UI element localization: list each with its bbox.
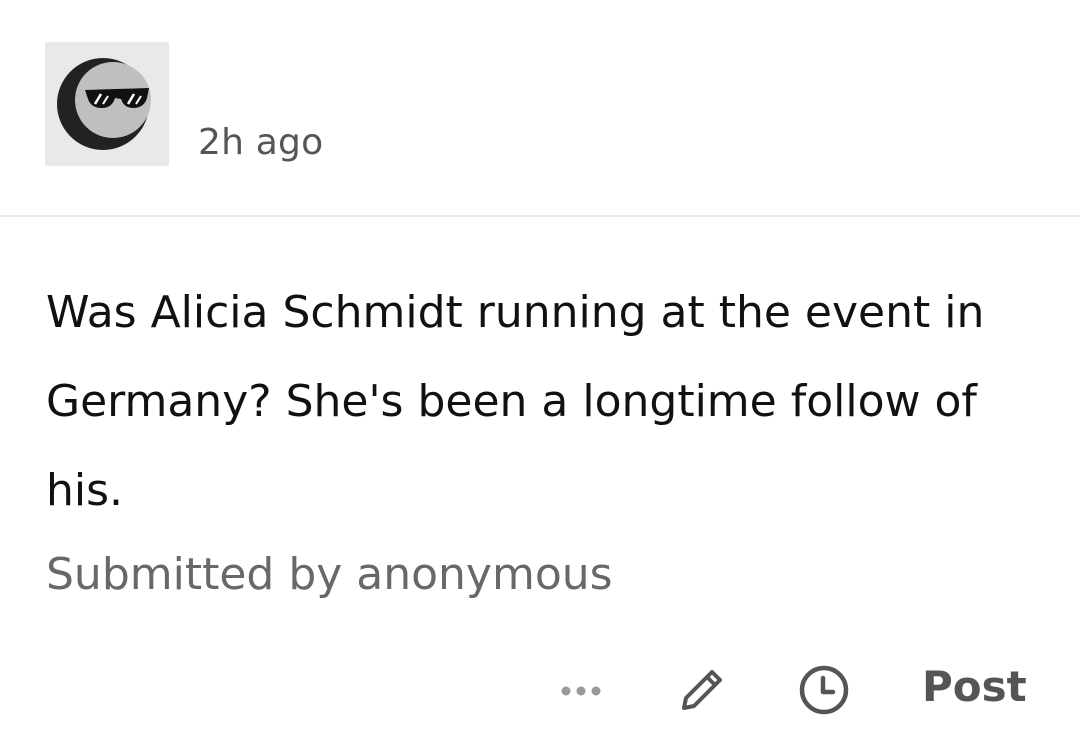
post-button[interactable]: Post [922,662,1027,711]
action-bar: Post [0,650,1080,730]
pencil-icon [682,670,722,710]
schedule-button[interactable] [796,662,852,718]
avatar[interactable] [45,42,169,166]
post-timestamp: 2h ago [198,122,324,163]
sunglasses-moon-avatar-icon [57,58,151,150]
header-divider [0,215,1080,217]
clock-icon [799,665,849,715]
post-header: 2h ago [0,0,1080,215]
question-text: Was Alicia Schmidt running at the event … [46,287,985,516]
edit-button[interactable] [676,664,728,716]
submitted-by-label: Submitted by anonymous [46,549,613,600]
more-dots-icon [561,686,601,696]
more-options-button[interactable] [556,676,616,706]
